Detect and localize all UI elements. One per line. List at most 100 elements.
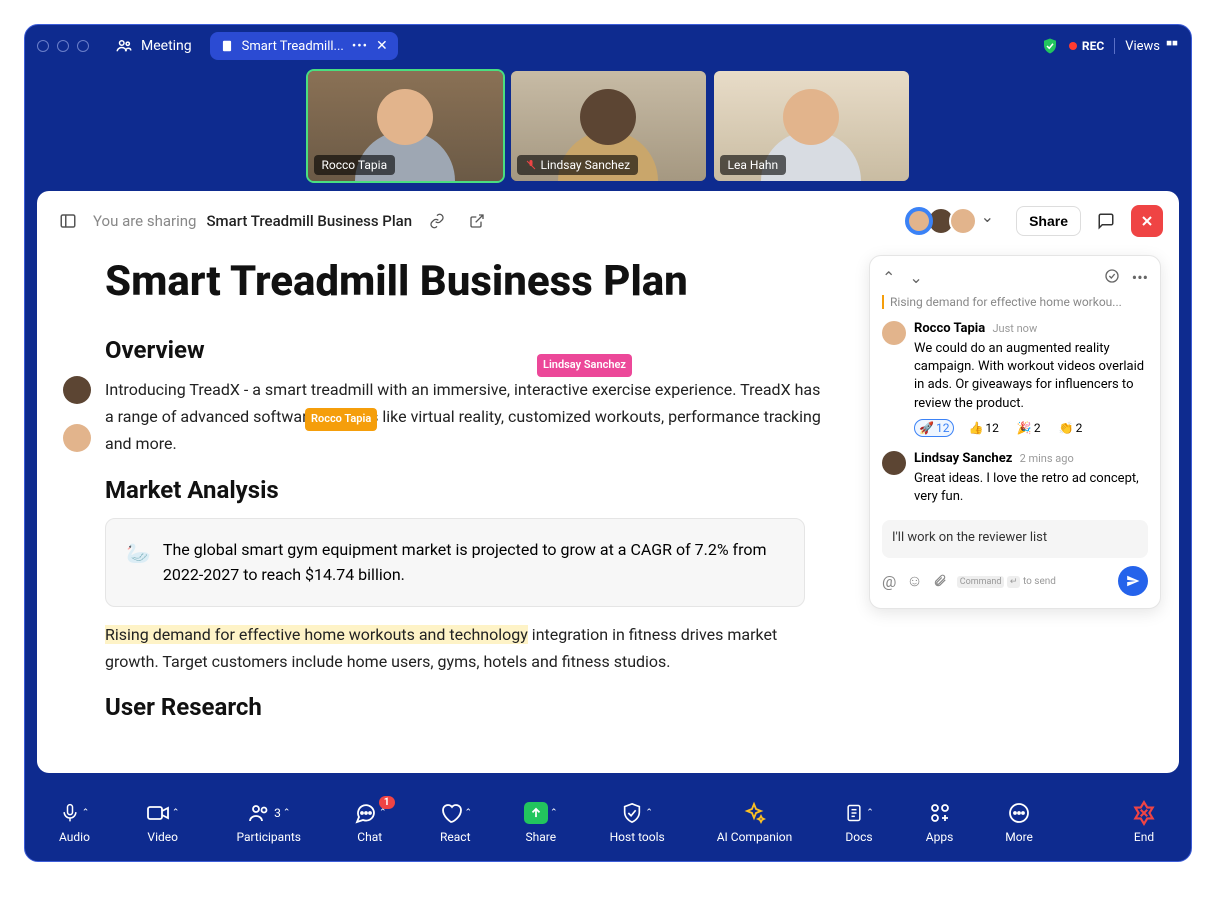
callout-text: The global smart gym equipment market is… [163,537,784,588]
share-button[interactable]: ⌃ Share [516,800,566,844]
chevron-up-icon[interactable]: ⌃ [465,808,473,818]
window-controls[interactable] [37,40,89,52]
chevron-up-icon[interactable]: ⌃ [866,808,874,818]
comment-time: 2 mins ago [1020,452,1074,465]
ctrl-label: Apps [926,830,954,844]
people-icon [247,801,271,825]
document-icon [844,801,864,825]
people-icon [115,37,133,55]
reaction-thumbsup[interactable]: 👍12 [964,419,1002,437]
swan-icon: 🦢 [126,537,151,588]
ctrl-label: React [440,830,471,844]
video-button[interactable]: ⌃ Video [138,800,188,844]
attachment-icon[interactable] [933,574,947,588]
audio-button[interactable]: ⌃ Audio [51,800,98,844]
ctrl-label: Share [526,830,557,844]
apps-button[interactable]: Apps [918,800,962,844]
resolve-icon[interactable] [1104,268,1120,284]
reply-input[interactable]: I'll work on the reviewer list [882,520,1148,558]
participant-name: Lindsay Sanchez [541,158,631,172]
collab-avatar-icon [63,424,91,452]
chat-button[interactable]: 1 ⌃ Chat [345,800,395,844]
ctrl-label: AI Companion [717,830,793,844]
traffic-light-max-icon[interactable] [77,40,89,52]
shield-icon [621,801,643,825]
reaction-clap[interactable]: 👏2 [1055,419,1087,437]
chevron-up-icon[interactable]: ⌃ [172,808,180,818]
video-tile-lindsay[interactable]: Lindsay Sanchez [511,71,706,181]
highlighted-text: Rising demand for effective home workout… [105,625,528,644]
video-strip: Rocco Tapia Lindsay Sanchez Lea Hahn [25,67,1191,185]
comment-item: Rocco Tapia Just now We could do an augm… [882,321,1148,437]
mention-icon[interactable]: @ [882,572,896,591]
end-button[interactable]: End [1123,800,1165,844]
more-button[interactable]: More [997,800,1041,844]
mic-muted-icon [525,159,537,171]
collab-avatar-icon [63,376,91,404]
research-heading: User Research [105,693,1111,721]
open-external-icon[interactable] [462,206,492,236]
reaction-rocket[interactable]: 🚀12 [914,419,954,437]
ai-companion-button[interactable]: AI Companion [709,800,801,844]
send-button[interactable] [1118,566,1148,596]
comment-text: Great ideas. I love the retro ad concept… [914,470,1148,506]
docs-button[interactable]: ⌃ Docs [836,800,882,844]
participants-button[interactable]: 3 ⌃ Participants [229,800,309,844]
share-button[interactable]: Share [1016,206,1081,236]
ctrl-label: Docs [845,830,872,844]
chevron-up-icon[interactable]: ⌃ [379,808,387,818]
ctrl-label: End [1134,830,1154,844]
comment-author: Rocco Tapia [914,321,985,336]
meeting-tab-label: Meeting [141,38,192,54]
comment-author: Lindsay Sanchez [914,451,1012,466]
ctrl-label: Video [147,830,178,844]
chevron-up-icon[interactable]: ⌃ [283,808,291,818]
market-paragraph: Rising demand for effective home workout… [105,621,805,675]
react-button[interactable]: ⌃ React [431,800,481,844]
comment-icon[interactable] [1091,206,1121,236]
heart-icon [439,801,463,825]
overview-paragraph: Lindsay Sanchez Rocco Tapia Introducing … [105,376,825,458]
chat-icon [353,801,377,825]
doc-tab-label: Smart Treadmill... [242,39,344,54]
avatar [949,207,977,235]
chevron-down-icon[interactable]: ⌄ [981,207,994,235]
stop-share-button[interactable] [1131,205,1163,237]
rec-label: REC [1082,39,1104,53]
camera-icon [146,801,170,825]
doc-tab[interactable]: Smart Treadmill... ••• ✕ [210,32,398,60]
recording-indicator[interactable]: REC [1069,39,1104,53]
more-icon[interactable]: ••• [352,39,368,54]
shield-check-icon[interactable] [1041,37,1059,55]
grid-icon [1165,39,1179,53]
cursor-tag-lindsay: Lindsay Sanchez [537,354,632,377]
avatar-stack[interactable]: ⌄ [911,207,994,235]
meeting-tab[interactable]: Meeting [107,33,200,59]
close-tab-icon[interactable]: ✕ [376,38,388,54]
chevron-up-icon[interactable]: ⌃ [550,808,558,818]
host-tools-button[interactable]: ⌃ Host tools [602,800,673,844]
participant-name: Lea Hahn [728,158,779,172]
comment-time: Just now [992,322,1037,335]
ctrl-label: Participants [237,830,301,844]
traffic-light-min-icon[interactable] [57,40,69,52]
chevron-up-icon[interactable]: ⌃ [82,808,90,818]
ctrl-label: Chat [357,830,382,844]
ctrl-label: More [1005,830,1033,844]
video-tile-lea[interactable]: Lea Hahn [714,71,909,181]
apps-icon [928,801,952,825]
participants-count: 3 [274,806,281,820]
traffic-light-close-icon[interactable] [37,40,49,52]
chevron-up-icon[interactable]: ⌃ [645,808,653,818]
ctrl-label: Host tools [610,830,665,844]
sidebar-toggle-icon[interactable] [53,206,83,236]
reaction-party[interactable]: 🎉2 [1013,419,1045,437]
views-button[interactable]: Views [1125,39,1179,54]
chevron-down-icon[interactable]: ⌄ [909,268,922,287]
rec-dot-icon [1069,42,1077,50]
video-tile-rocco[interactable]: Rocco Tapia [308,71,503,181]
chevron-up-icon[interactable]: ⌃ [882,268,895,287]
emoji-icon[interactable]: ☺ [906,571,922,591]
more-icon[interactable]: ••• [1132,268,1148,287]
link-icon[interactable] [422,206,452,236]
